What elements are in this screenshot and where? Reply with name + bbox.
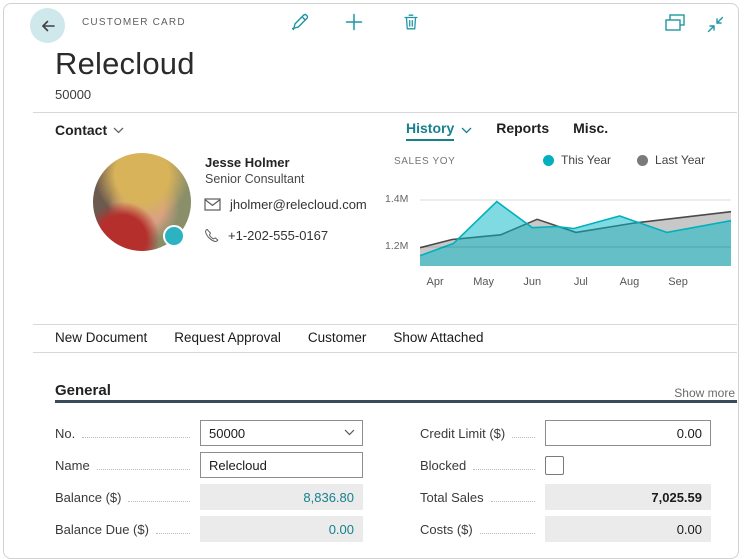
contact-email: jholmer@relecloud.com [230, 197, 367, 212]
legend-dot-gray [637, 154, 649, 166]
action-bar: New Document Request Approval Customer S… [55, 330, 483, 345]
customer-number: 50000 [55, 87, 92, 102]
legend-dot-teal [543, 154, 554, 166]
collapse-button[interactable] [703, 12, 727, 36]
sales-yoy-area-chart: Apr May Jun Jul Aug Sep [420, 199, 731, 288]
svg-text:Apr: Apr [427, 276, 444, 288]
action-new-document[interactable]: New Document [55, 330, 147, 345]
trash-icon [401, 12, 421, 32]
pencil-icon [288, 11, 310, 33]
chart-legend: This Year Last Year [543, 153, 705, 167]
actionbar-separator-bottom [33, 352, 737, 353]
contact-section-toggle[interactable]: Contact [55, 122, 124, 138]
legend-item-last-year: Last Year [637, 153, 705, 167]
tab-history-label: History [406, 120, 455, 141]
field-row-balance-due: Balance Due ($) 0.00 [55, 516, 363, 542]
chevron-down-icon [113, 127, 124, 134]
dotted-leader [512, 436, 535, 438]
field-row-blocked: Blocked [420, 452, 711, 478]
field-label: Total Sales [420, 489, 484, 505]
legend-label: This Year [561, 153, 612, 167]
plus-icon [344, 12, 364, 32]
dotted-leader [490, 500, 535, 502]
balance-due-value[interactable]: 0.00 [200, 516, 363, 542]
dotted-leader [473, 468, 535, 470]
page-type-label: CUSTOMER CARD [82, 17, 186, 28]
collapse-arrows-icon [706, 15, 725, 34]
field-label: No. [55, 425, 76, 441]
contact-name: Jesse Holmer [205, 155, 290, 170]
field-row-balance: Balance ($) 8,836.80 [55, 484, 363, 510]
tab-misc[interactable]: Misc. [573, 120, 608, 136]
credit-limit-input[interactable] [545, 420, 711, 446]
back-arrow-icon [39, 17, 57, 35]
back-button[interactable] [30, 8, 65, 43]
chevron-down-icon [461, 127, 472, 134]
contact-email-row[interactable]: jholmer@relecloud.com [204, 197, 367, 212]
dotted-leader [155, 532, 190, 534]
no-combobox[interactable] [200, 420, 363, 446]
legend-item-this-year: This Year [543, 153, 611, 167]
field-label: Balance Due ($) [55, 521, 149, 537]
phone-icon [204, 228, 219, 243]
name-input[interactable] [200, 452, 363, 478]
contact-phone-row[interactable]: +1-202-555-0167 [204, 228, 328, 243]
svg-text:May: May [473, 276, 494, 288]
field-label: Name [55, 457, 90, 473]
presence-indicator-dot [163, 225, 185, 247]
general-section-underline [55, 400, 737, 403]
action-request-approval[interactable]: Request Approval [174, 330, 281, 345]
svg-text:Aug: Aug [620, 276, 640, 288]
field-label: Costs ($) [420, 521, 473, 537]
field-row-no: No. [55, 420, 363, 446]
dotted-leader [479, 532, 535, 534]
field-label: Blocked [420, 457, 467, 473]
field-row-name: Name [55, 452, 363, 478]
legend-label: Last Year [655, 153, 706, 167]
field-row-costs: Costs ($) 0.00 [420, 516, 711, 542]
general-right-column: Credit Limit ($) Blocked Total Sales 7,0… [420, 420, 711, 542]
field-row-credit-limit: Credit Limit ($) [420, 420, 711, 446]
insights-tabs: History Reports Misc. [406, 120, 608, 141]
popout-windows-icon [663, 12, 687, 34]
action-show-attached[interactable]: Show Attached [393, 330, 483, 345]
customer-card-page: CUSTOMER CARD Relecloud 50000 Contact Je… [0, 0, 744, 559]
svg-text:Sep: Sep [668, 276, 688, 288]
y-axis-tick-1: 1.4M [385, 193, 409, 205]
general-left-column: No. Name Balance ($) 8,836.80 [55, 420, 363, 542]
contact-section-label: Contact [55, 122, 108, 138]
dotted-leader [82, 436, 190, 438]
y-axis-tick-2: 1.2M [385, 240, 409, 252]
general-section-heading: General [55, 382, 111, 399]
svg-text:Jul: Jul [574, 276, 588, 288]
field-label: Credit Limit ($) [420, 425, 506, 441]
blocked-checkbox[interactable] [545, 455, 564, 475]
tab-history[interactable]: History [406, 120, 472, 141]
costs-value[interactable]: 0.00 [545, 516, 711, 542]
chart-title: SALES YOY [394, 156, 456, 167]
new-button[interactable] [342, 10, 366, 34]
page-title: Relecloud [55, 46, 195, 81]
tab-reports[interactable]: Reports [496, 120, 549, 136]
dotted-leader [96, 468, 190, 470]
contact-role: Senior Consultant [205, 172, 305, 186]
show-more-link[interactable]: Show more [674, 386, 735, 400]
contact-phone: +1-202-555-0167 [228, 228, 329, 243]
envelope-icon [204, 198, 221, 211]
action-customer[interactable]: Customer [308, 330, 367, 345]
field-row-total-sales: Total Sales 7,025.59 [420, 484, 711, 510]
edit-button[interactable] [287, 10, 311, 34]
field-label: Balance ($) [55, 489, 122, 505]
header-separator [33, 112, 737, 113]
svg-text:Jun: Jun [523, 276, 541, 288]
delete-button[interactable] [399, 10, 423, 34]
popout-window-button[interactable] [663, 11, 687, 35]
balance-value[interactable]: 8,836.80 [200, 484, 363, 510]
actionbar-separator-top [33, 324, 737, 325]
total-sales-value[interactable]: 7,025.59 [545, 484, 711, 510]
dotted-leader [128, 500, 190, 502]
